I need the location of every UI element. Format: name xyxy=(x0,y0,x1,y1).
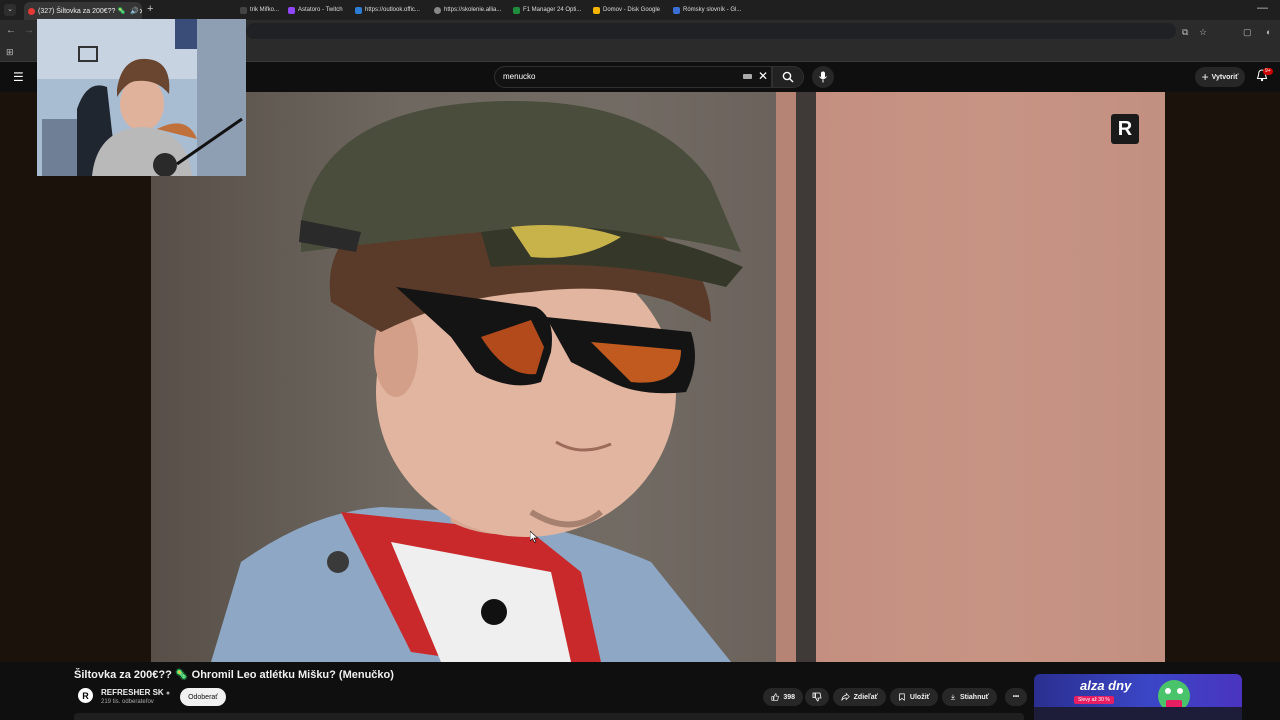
bookmark-star-icon[interactable]: ☆ xyxy=(1199,27,1207,38)
search-query-text: menucko xyxy=(503,72,536,81)
address-bar[interactable] xyxy=(246,23,1176,39)
more-dots-icon: ••• xyxy=(1012,694,1020,700)
bookmark-item[interactable]: Astatoro - Twitch xyxy=(288,4,343,16)
ad-bottom-strip xyxy=(1034,707,1242,720)
bookmark-save-icon xyxy=(899,693,905,701)
search-button[interactable] xyxy=(772,66,804,88)
bookmark-item[interactable]: https://outlook.offic... xyxy=(355,4,420,16)
new-tab-icon[interactable]: + xyxy=(147,3,153,15)
tab-title: (327) Šiltovka za 200€?? 🦠 xyxy=(38,8,127,15)
forward-arrow-icon[interactable]: → xyxy=(24,25,34,36)
subscribe-button[interactable]: Odoberať xyxy=(180,688,226,706)
bookmark-item[interactable]: Domov - Disk Google xyxy=(593,4,660,16)
ad-subtitle: Slevy až 30 % xyxy=(1074,696,1114,704)
clear-search-icon[interactable]: ✕ xyxy=(758,69,768,83)
like-button[interactable]: 398 xyxy=(763,688,803,706)
back-arrow-icon[interactable]: ← xyxy=(6,25,16,36)
window-minimize-icon[interactable]: — xyxy=(1257,2,1268,14)
search-icon xyxy=(782,71,794,83)
notification-count-badge: 9+ xyxy=(1263,68,1273,75)
voice-search-button[interactable] xyxy=(812,66,834,88)
dictionary-icon xyxy=(673,6,680,14)
plus-icon: + xyxy=(1201,70,1209,84)
twitch-icon xyxy=(288,6,295,14)
save-button[interactable]: Uložiť xyxy=(890,688,938,706)
sidebar-ad-banner[interactable]: alza dny Slevy až 30 % xyxy=(1034,674,1242,720)
share-arrow-icon xyxy=(841,692,850,701)
extensions-icon[interactable]: ▢ xyxy=(1243,27,1252,38)
microphone-icon xyxy=(819,71,827,83)
channel-watermark-logo[interactable]: R xyxy=(1111,114,1139,144)
bookmark-item[interactable]: https://skolenie.allia... xyxy=(434,4,501,16)
webcam-scene-image xyxy=(37,19,246,176)
youtube-favicon-icon xyxy=(28,7,35,15)
thumbs-down-icon xyxy=(812,692,822,702)
hamburger-menu-icon[interactable]: ☰ xyxy=(13,70,24,84)
speaker-icon[interactable]: 🔊 xyxy=(130,7,139,15)
download-button[interactable]: Stiahnuť xyxy=(942,688,997,706)
outlook-icon xyxy=(355,6,362,14)
install-app-icon[interactable]: ⧉ xyxy=(1182,27,1188,38)
channel-avatar[interactable]: R xyxy=(78,688,93,703)
search-input[interactable]: menucko xyxy=(494,66,772,88)
apps-grid-icon[interactable]: ⊞ xyxy=(6,47,14,58)
sheets-icon xyxy=(513,6,520,14)
mouse-cursor-icon xyxy=(530,531,538,543)
tab-search-button[interactable]: ⌄ xyxy=(4,4,16,16)
description-box[interactable] xyxy=(74,713,1024,720)
video-title: Šiltovka za 200€?? 🦠 Ohromil Leo atlétku… xyxy=(74,669,394,681)
subscriber-count: 219 tis. odberateľov xyxy=(101,699,154,705)
keyboard-icon[interactable] xyxy=(743,74,752,79)
profile-icon[interactable]: ◐ xyxy=(1266,27,1271,37)
thumbs-up-icon xyxy=(771,693,779,701)
channel-name[interactable]: REFRESHER SK ● xyxy=(101,688,170,697)
share-button[interactable]: Zdieľať xyxy=(833,688,886,706)
globe-icon xyxy=(434,6,441,14)
bookmark-item[interactable]: Rómsky slovník - Gl... xyxy=(673,4,741,16)
bookmark-item[interactable]: trik Mifko... xyxy=(240,4,279,16)
more-actions-button[interactable]: ••• xyxy=(1005,688,1027,706)
video-frame[interactable]: R xyxy=(151,92,1165,662)
bookmark-icon xyxy=(240,6,247,14)
streamer-webcam-overlay xyxy=(37,19,246,176)
google-drive-icon xyxy=(593,6,600,14)
dislike-button[interactable] xyxy=(805,688,829,706)
tab-close-icon[interactable]: ✕ xyxy=(139,7,142,16)
browser-tab-active[interactable]: (327) Šiltovka za 200€?? 🦠 🔊 ✕ xyxy=(24,2,142,20)
video-subject-figure xyxy=(211,101,743,662)
create-button[interactable]: + Vytvoriť xyxy=(1195,67,1245,87)
verified-check-icon: ● xyxy=(165,690,171,697)
download-icon xyxy=(950,694,956,700)
bookmark-item[interactable]: F1 Manager 24 Opti... xyxy=(513,4,581,16)
ad-title: alza dny xyxy=(1080,678,1132,693)
